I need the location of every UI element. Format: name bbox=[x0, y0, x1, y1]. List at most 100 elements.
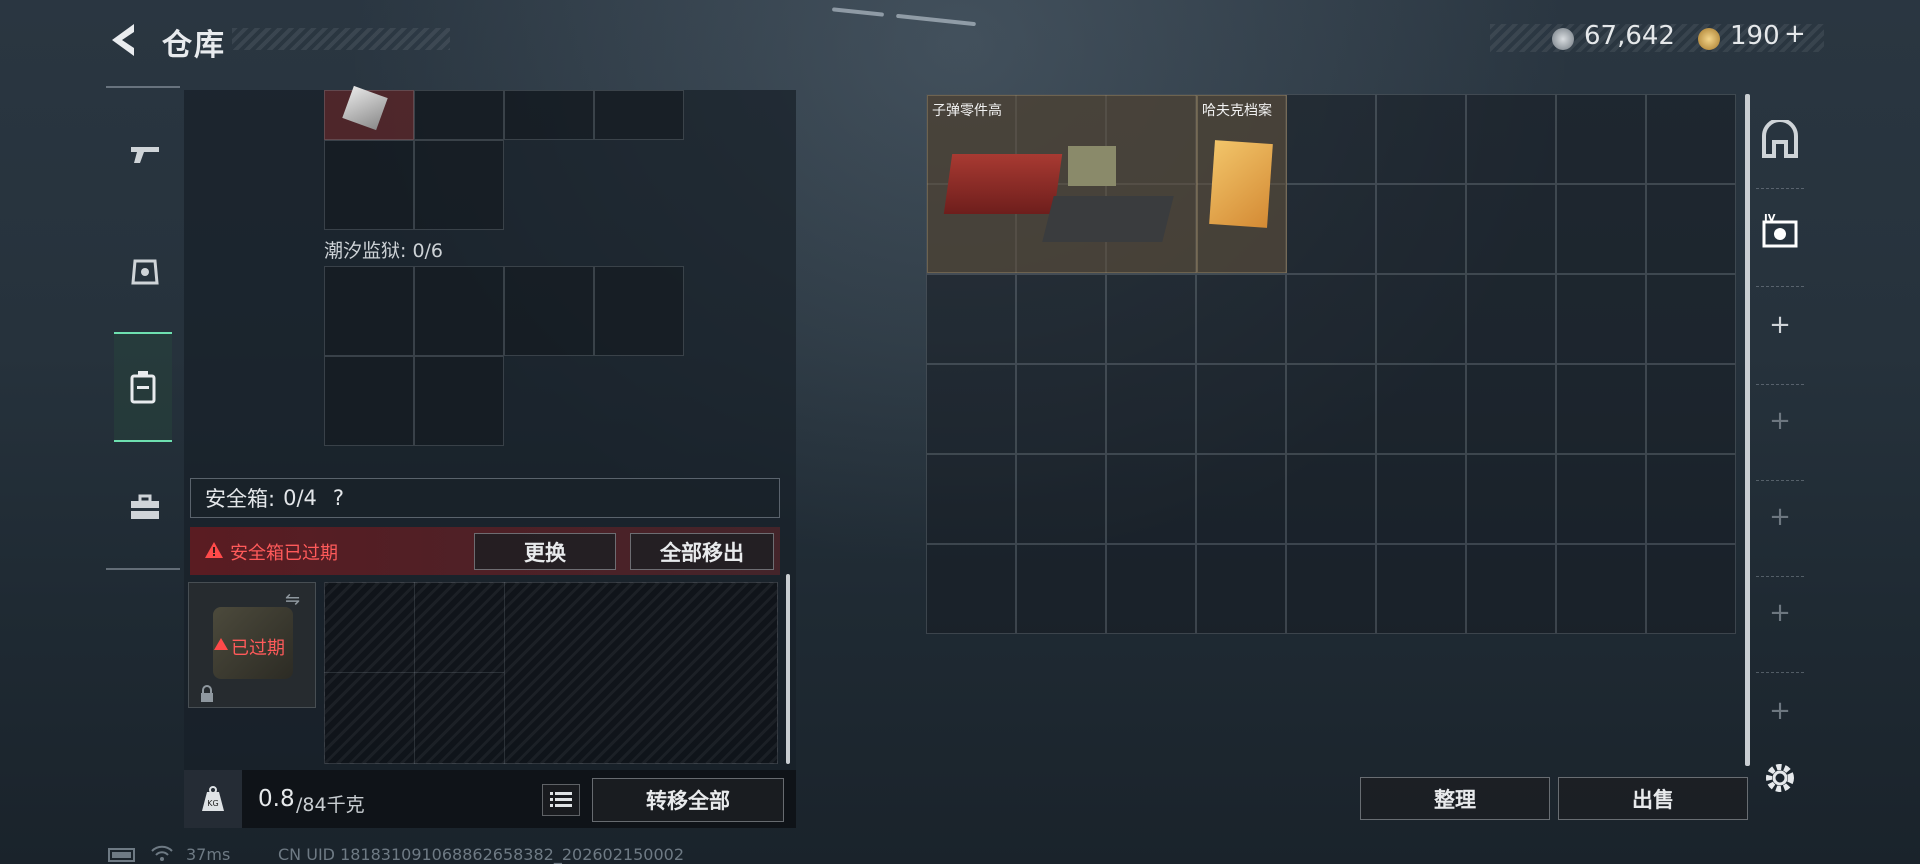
add-tab-button[interactable]: + bbox=[1752, 310, 1808, 340]
settings-button[interactable] bbox=[1762, 760, 1798, 800]
tab-separator bbox=[1756, 672, 1804, 673]
stash-cell[interactable] bbox=[1646, 544, 1736, 634]
swap-icon[interactable]: ⇋ bbox=[285, 589, 300, 610]
sort-button[interactable]: 整理 bbox=[1360, 777, 1550, 820]
stash-cell[interactable] bbox=[1556, 184, 1646, 274]
add-tab-button-disabled[interactable]: + bbox=[1752, 696, 1808, 726]
stash-cell[interactable] bbox=[1556, 94, 1646, 184]
stash-cell[interactable] bbox=[1376, 544, 1466, 634]
stash-cell[interactable] bbox=[1466, 94, 1556, 184]
nav-backpack[interactable] bbox=[114, 332, 172, 442]
grid-cell-occupied[interactable] bbox=[324, 85, 414, 140]
stash-cell[interactable] bbox=[1376, 364, 1466, 454]
stash-cell[interactable] bbox=[1646, 94, 1736, 184]
list-view-button[interactable] bbox=[542, 784, 580, 816]
right-scrollbar[interactable] bbox=[1745, 94, 1750, 766]
bunker-icon bbox=[1762, 118, 1798, 158]
stash-cell[interactable] bbox=[1106, 454, 1196, 544]
warning-icon bbox=[205, 542, 223, 558]
stash-cell[interactable] bbox=[1466, 544, 1556, 634]
stash-cell[interactable] bbox=[1016, 544, 1106, 634]
grid-cell[interactable] bbox=[324, 140, 414, 230]
stash-cell[interactable] bbox=[1106, 274, 1196, 364]
nav-weapons[interactable] bbox=[116, 104, 174, 204]
stash-cell[interactable] bbox=[1466, 454, 1556, 544]
transfer-all-button[interactable]: 转移全部 bbox=[592, 778, 784, 822]
stash-cell[interactable] bbox=[1286, 364, 1376, 454]
stash-cell[interactable] bbox=[1286, 544, 1376, 634]
stash-cell[interactable] bbox=[1286, 94, 1376, 184]
tab-separator bbox=[1756, 188, 1804, 189]
stash-cell[interactable] bbox=[1286, 274, 1376, 364]
grid-cell[interactable] bbox=[594, 90, 684, 140]
helmet-icon bbox=[131, 259, 159, 285]
safebox-slot[interactable]: 已过期 ⇋ bbox=[188, 582, 316, 708]
stash-cell[interactable] bbox=[1556, 454, 1646, 544]
left-scrollbar[interactable] bbox=[786, 574, 790, 764]
grid-cell[interactable] bbox=[504, 90, 594, 140]
stash-cell[interactable] bbox=[1556, 364, 1646, 454]
stash-cell[interactable] bbox=[926, 544, 1016, 634]
stash-cell[interactable] bbox=[1646, 184, 1736, 274]
grid-divider bbox=[324, 672, 504, 673]
grid-cell[interactable] bbox=[504, 266, 594, 356]
grid-cell[interactable] bbox=[414, 266, 504, 356]
stash-cell[interactable] bbox=[1556, 274, 1646, 364]
stash-cell[interactable] bbox=[1196, 454, 1286, 544]
stash-cell[interactable] bbox=[1286, 184, 1376, 274]
add-tab-button-disabled[interactable]: + bbox=[1752, 598, 1808, 628]
stash-cell[interactable] bbox=[1466, 364, 1556, 454]
nav-toolbox[interactable] bbox=[116, 458, 174, 558]
move-all-out-button[interactable]: 全部移出 bbox=[630, 533, 774, 570]
stash-cell[interactable] bbox=[926, 364, 1016, 454]
stash-cell[interactable] bbox=[1646, 364, 1736, 454]
stash-tabs: IV + + + + + bbox=[1752, 100, 1808, 820]
sell-button[interactable]: 出售 bbox=[1558, 777, 1748, 820]
stash-cell[interactable] bbox=[1376, 184, 1466, 274]
grid-cell[interactable] bbox=[324, 266, 414, 356]
stash-cell[interactable] bbox=[1646, 274, 1736, 364]
add-currency-button[interactable]: + bbox=[1784, 19, 1806, 49]
stash-cell[interactable] bbox=[926, 274, 1016, 364]
grid-cell[interactable] bbox=[414, 356, 504, 446]
stash-cell[interactable] bbox=[1196, 544, 1286, 634]
silver-coin-icon bbox=[1552, 28, 1574, 50]
stash-cell[interactable] bbox=[1466, 184, 1556, 274]
nav-equipment[interactable] bbox=[116, 220, 174, 320]
safebox-count: 0/4 bbox=[283, 486, 317, 510]
stash-cell[interactable] bbox=[1106, 364, 1196, 454]
stash-cell[interactable] bbox=[1556, 544, 1646, 634]
stash-cell[interactable] bbox=[1016, 454, 1106, 544]
stash-cell[interactable] bbox=[1196, 364, 1286, 454]
page-title: 仓库 bbox=[162, 28, 226, 63]
add-tab-button-disabled[interactable]: + bbox=[1752, 406, 1808, 436]
add-tab-button-disabled[interactable]: + bbox=[1752, 502, 1808, 532]
grid-cell[interactable] bbox=[414, 140, 504, 230]
tab-stash-4[interactable]: IV bbox=[1760, 212, 1802, 256]
back-button[interactable] bbox=[104, 18, 148, 62]
stash-item-haavk-file[interactable]: 哈夫克档案 bbox=[1197, 95, 1287, 273]
stash-cell[interactable] bbox=[1376, 94, 1466, 184]
grid-cell[interactable] bbox=[414, 90, 504, 140]
stash-cell[interactable] bbox=[1196, 274, 1286, 364]
lock-icon bbox=[201, 685, 213, 702]
stash-cell[interactable] bbox=[1106, 544, 1196, 634]
stash-item-ammo-parts[interactable]: 子弹零件高 bbox=[927, 95, 1197, 273]
safebox-help-icon[interactable]: ? bbox=[333, 486, 344, 510]
stash-cell[interactable] bbox=[1286, 454, 1376, 544]
stash-cell[interactable] bbox=[1376, 274, 1466, 364]
ping-text: 37ms bbox=[186, 845, 231, 864]
stash-cell[interactable] bbox=[1646, 454, 1736, 544]
stash-cell[interactable] bbox=[1016, 364, 1106, 454]
ammo-crate-image bbox=[943, 154, 1063, 214]
grid-cell[interactable] bbox=[594, 266, 684, 356]
tab-separator bbox=[1756, 384, 1804, 385]
grid-cell[interactable] bbox=[324, 356, 414, 446]
silver-amount: 67,642 bbox=[1584, 21, 1675, 51]
stash-cell[interactable] bbox=[926, 454, 1016, 544]
stash-cell[interactable] bbox=[1016, 274, 1106, 364]
stash-cell[interactable] bbox=[1376, 454, 1466, 544]
tab-home[interactable] bbox=[1760, 118, 1800, 164]
stash-cell[interactable] bbox=[1466, 274, 1556, 364]
replace-button[interactable]: 更换 bbox=[474, 533, 616, 570]
